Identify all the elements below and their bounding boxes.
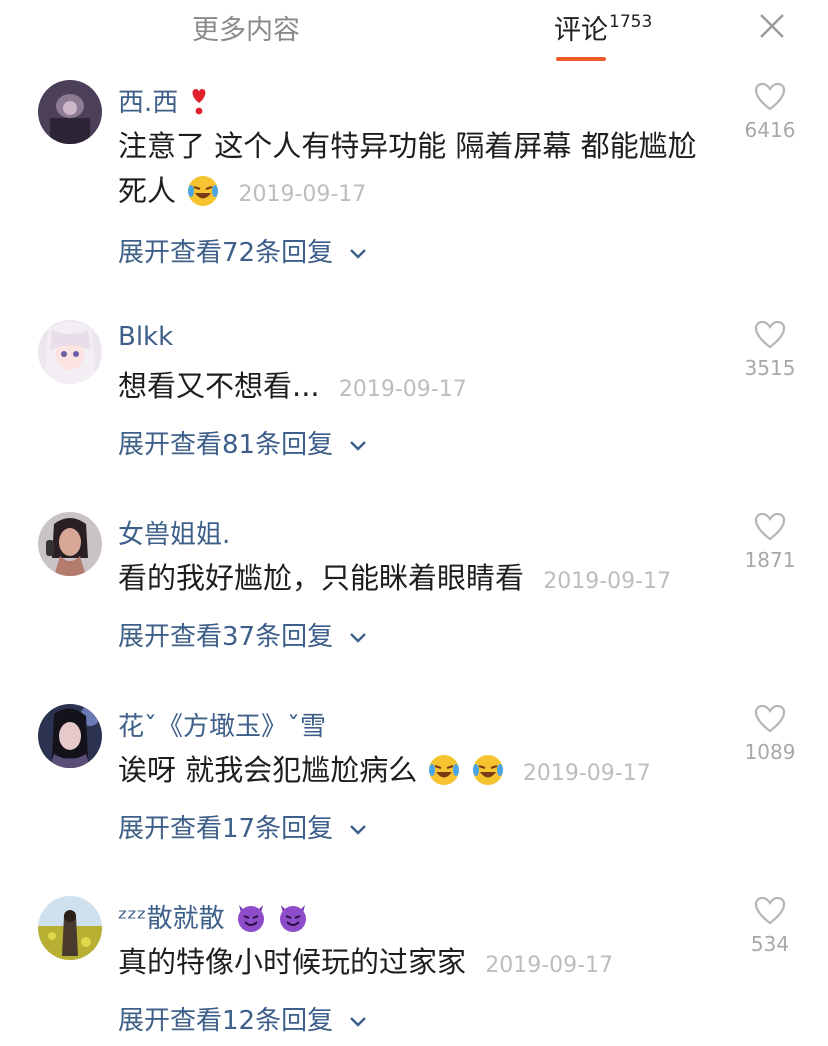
username[interactable]: 花ˇ《方𡑒玉》ˇ雪 [118, 706, 326, 743]
comment-date: 2019-09-17 [338, 377, 467, 402]
like-count: 1871 [744, 548, 796, 572]
chevron-down-icon [350, 248, 367, 259]
avatar[interactable] [38, 704, 102, 768]
comment-date: 2019-09-17 [238, 182, 367, 207]
like-button[interactable]: 3515 [742, 320, 798, 380]
devil-emoji [280, 905, 307, 932]
tab-comments-label: 评论 [554, 15, 608, 46]
like-button[interactable]: 6416 [742, 82, 798, 142]
avatar[interactable] [38, 512, 102, 576]
heart-outline-icon [754, 704, 786, 733]
expand-replies-button[interactable]: 展开查看37条回复 [118, 616, 367, 653]
username[interactable]: 女兽姐姐. [118, 514, 230, 551]
chevron-down-icon [350, 632, 367, 643]
tab-bar: 更多内容 评论1753 [0, 0, 828, 64]
username[interactable]: 西.西 [118, 82, 209, 119]
expand-replies-button[interactable]: 展开查看72条回复 [118, 232, 367, 269]
like-button[interactable]: 534 [742, 896, 798, 956]
like-button[interactable]: 1089 [742, 704, 798, 764]
active-tab-indicator [556, 57, 606, 61]
heart-outline-icon [754, 896, 786, 925]
comment-date: 2019-09-17 [485, 953, 614, 978]
heart-outline-icon [754, 82, 786, 111]
avatar[interactable] [38, 896, 102, 960]
chevron-down-icon [350, 1016, 367, 1027]
comment-date: 2019-09-17 [543, 569, 672, 594]
laughing-crying-emoji [429, 755, 460, 785]
laughing-crying-emoji [188, 176, 219, 206]
like-count: 6416 [744, 118, 796, 142]
username[interactable]: Blkk [118, 322, 173, 352]
like-count: 1089 [744, 740, 796, 764]
username[interactable]: ᶻᶻᶻ散就散 [118, 898, 309, 935]
tab-comments[interactable]: 评论1753 [554, 8, 652, 47]
expand-replies-button[interactable]: 展开查看12条回复 [118, 1000, 367, 1037]
avatar[interactable] [38, 80, 102, 144]
comment-text: 真的特像小时候玩的过家家 2019-09-17 [118, 945, 614, 979]
like-count: 534 [750, 932, 790, 956]
comment-text: 诶呀 就我会犯尴尬病么 2019-09-17 [118, 753, 651, 787]
close-icon[interactable] [757, 11, 787, 41]
chevron-down-icon [350, 824, 367, 835]
like-button[interactable]: 1871 [742, 512, 798, 572]
heart-outline-icon [754, 512, 786, 541]
avatar[interactable] [38, 320, 102, 384]
laughing-crying-emoji [472, 755, 503, 785]
heart-outline-icon [754, 320, 786, 349]
heart-exclamation-icon [192, 89, 205, 115]
like-count: 3515 [744, 356, 796, 380]
comment-text: 注意了 这个人有特异功能 隔着屏幕 都能尴尬死人 2019-09-17 [118, 129, 697, 208]
comment-text: 想看又不想看... 2019-09-17 [118, 369, 467, 403]
devil-emoji [237, 905, 264, 932]
expand-replies-button[interactable]: 展开查看17条回复 [118, 808, 367, 845]
comments-count: 1753 [609, 12, 653, 32]
chevron-down-icon [350, 440, 367, 451]
comment-date: 2019-09-17 [522, 761, 651, 786]
tab-more-content[interactable]: 更多内容 [192, 8, 300, 47]
expand-replies-button[interactable]: 展开查看81条回复 [118, 424, 367, 461]
comment-text: 看的我好尴尬，只能眯着眼睛看 2019-09-17 [118, 561, 672, 595]
